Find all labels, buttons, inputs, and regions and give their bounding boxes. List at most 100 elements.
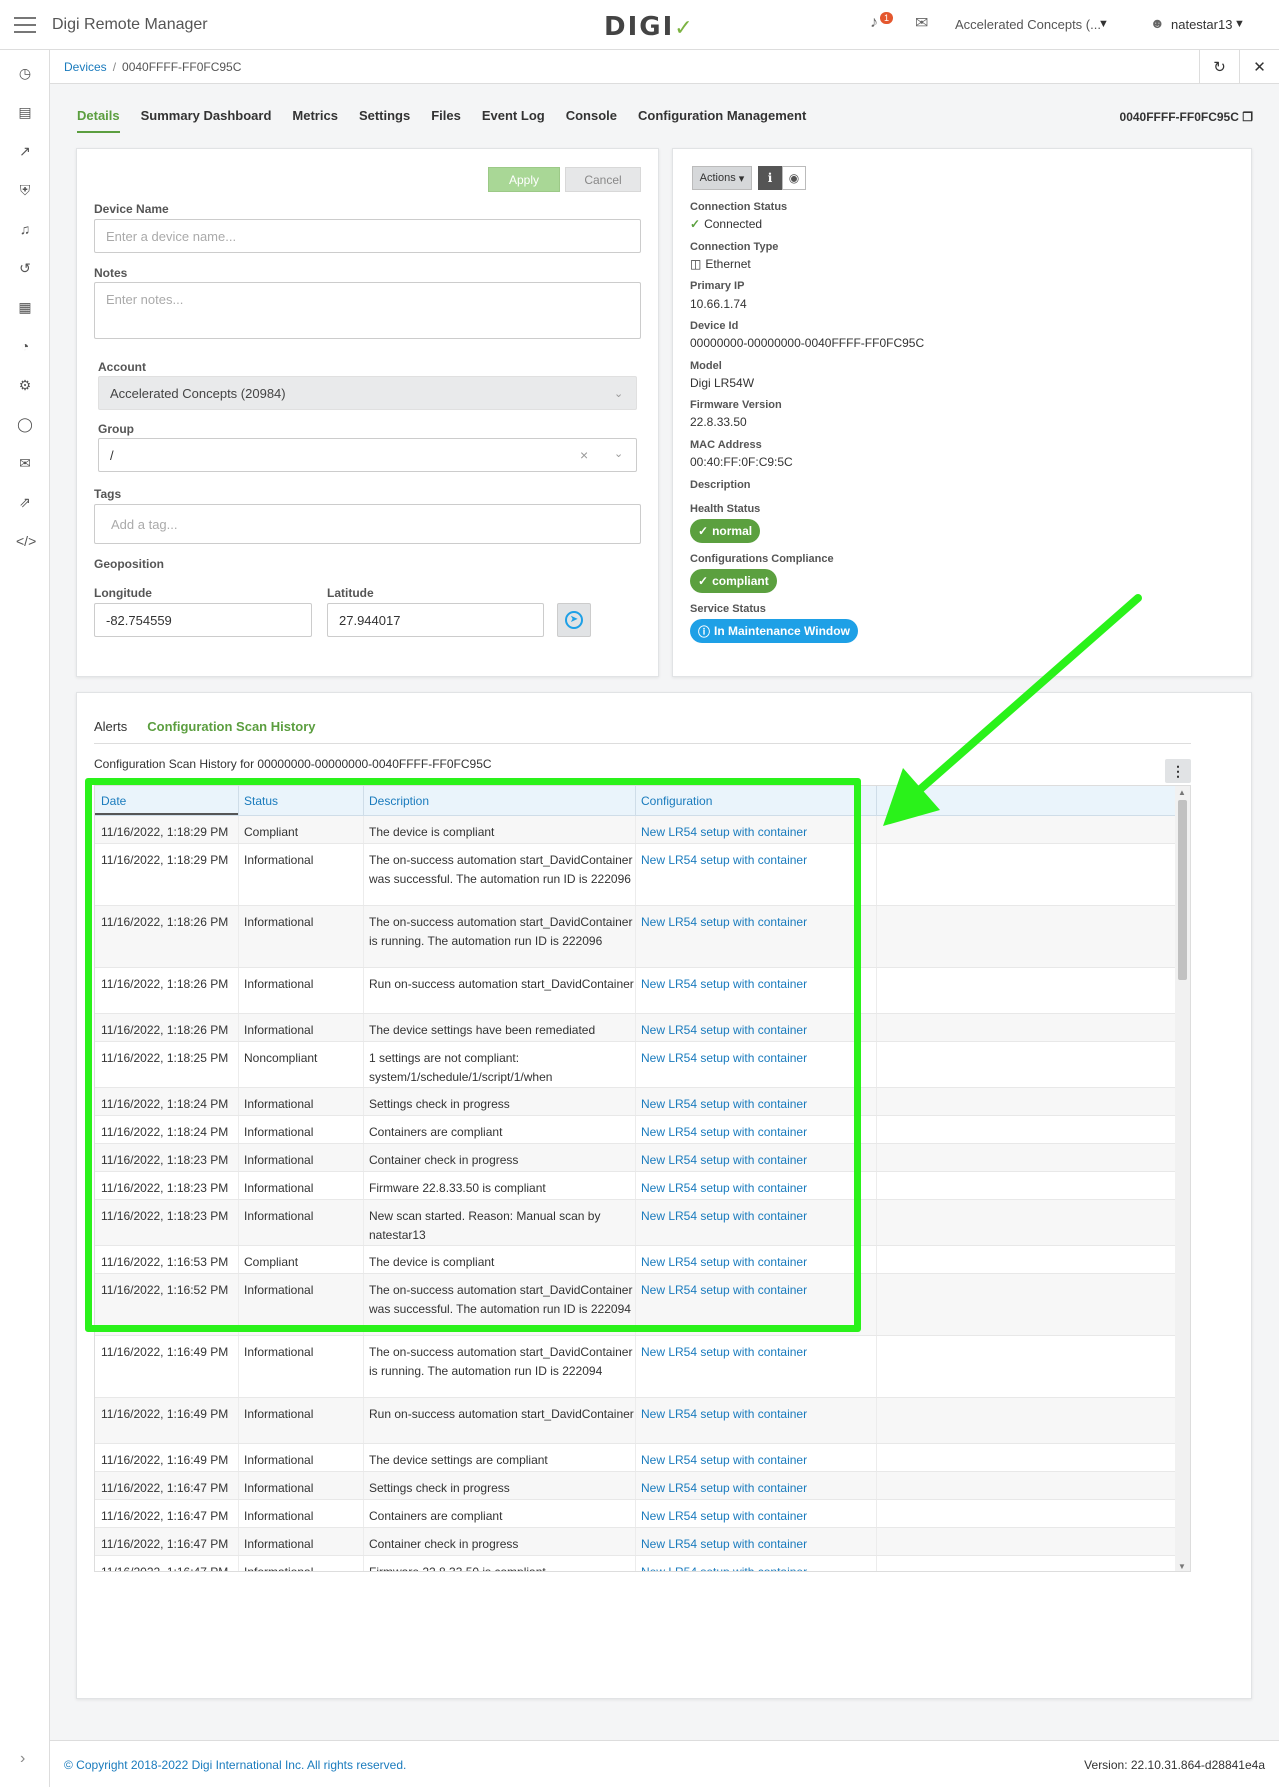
table-row[interactable]: 11/16/2022, 1:16:49 PM Informational Run o…	[95, 1398, 1175, 1444]
close-icon[interactable]: ✕	[1239, 50, 1279, 84]
schedule-icon[interactable]: ▦	[16, 299, 34, 316]
locate-button[interactable]: ➤	[557, 603, 591, 637]
device-tabs: Details Summary Dashboard Metrics Settin…	[77, 108, 806, 133]
notes-textarea[interactable]: Enter notes...	[94, 282, 641, 339]
row-configuration-link[interactable]: New LR54 setup with container	[641, 1343, 807, 1362]
compliance-text: compliant	[712, 574, 769, 588]
column-divider	[876, 968, 877, 1013]
tab-event-log[interactable]: Event Log	[482, 108, 545, 133]
info-icon[interactable]: i	[758, 166, 782, 190]
column-divider	[238, 1398, 239, 1443]
model-label: Model	[690, 360, 722, 372]
expand-sidebar-icon[interactable]: ›	[20, 1750, 25, 1768]
column-divider	[876, 906, 877, 967]
chevron-down-icon[interactable]: ▼	[1098, 18, 1109, 30]
row-configuration-link[interactable]: New LR54 setup with container	[641, 1535, 807, 1554]
chevron-down-icon[interactable]: ▼	[1234, 18, 1245, 30]
row-configuration-link[interactable]: New LR54 setup with container	[641, 1405, 807, 1424]
user-menu[interactable]: natestar13	[1171, 17, 1232, 32]
more-options-icon[interactable]: ⋮	[1165, 759, 1191, 783]
tab-configuration-scan-history[interactable]: Configuration Scan History	[147, 719, 315, 742]
table-row[interactable]: 11/16/2022, 1:16:47 PM Informational Firmw…	[95, 1556, 1175, 1571]
notification-badge: 1	[880, 12, 894, 24]
latitude-input[interactable]: 27.944017	[327, 603, 544, 637]
row-date: 11/16/2022, 1:16:49 PM	[101, 1407, 229, 1421]
inbox-icon[interactable]: ✉	[915, 13, 928, 33]
refresh-icon[interactable]: ↻	[1199, 50, 1239, 84]
group-select[interactable]: /	[98, 438, 637, 472]
user-icon[interactable]: ☻	[1150, 15, 1165, 31]
tab-details[interactable]: Details	[77, 108, 120, 133]
column-divider	[876, 1528, 877, 1555]
tab-summary-dashboard[interactable]: Summary Dashboard	[141, 108, 272, 133]
checkmark-icon: ✓	[698, 524, 709, 538]
table-row[interactable]: 11/16/2022, 1:16:49 PM Informational The d…	[95, 1444, 1175, 1472]
table-row[interactable]: 11/16/2022, 1:16:47 PM Informational Conta…	[95, 1528, 1175, 1556]
tab-settings[interactable]: Settings	[359, 108, 410, 133]
api-icon[interactable]: </>	[16, 533, 36, 549]
scroll-thumb[interactable]	[1178, 800, 1187, 980]
metrics-icon[interactable]: ↗	[16, 143, 34, 160]
row-configuration-link[interactable]: New LR54 setup with container	[641, 1507, 807, 1526]
apply-button[interactable]: Apply	[488, 167, 560, 192]
actions-button[interactable]: Actions ▾	[692, 166, 752, 190]
row-date: 11/16/2022, 1:16:49 PM	[101, 1345, 229, 1359]
tab-metrics[interactable]: Metrics	[292, 108, 338, 133]
row-description: Container check in progress	[369, 1537, 519, 1551]
tab-files[interactable]: Files	[431, 108, 461, 133]
messages-icon[interactable]: ✉	[16, 455, 34, 472]
row-configuration-link[interactable]: New LR54 setup with container	[641, 1479, 807, 1498]
menu-icon[interactable]	[14, 16, 36, 33]
primary-ip-label: Primary IP	[690, 280, 745, 292]
row-configuration-link[interactable]: New LR54 setup with container	[641, 1451, 807, 1470]
chevron-down-icon[interactable]: ⌄	[614, 447, 623, 460]
tags-input[interactable]: Add a tag...	[94, 504, 641, 544]
security-icon[interactable]: ⛨	[16, 182, 34, 199]
compliance-badge: ✓ compliant	[690, 569, 777, 593]
tab-alerts[interactable]: Alerts	[94, 719, 127, 742]
column-divider[interactable]	[876, 786, 877, 816]
column-divider	[363, 1398, 364, 1443]
row-description: Settings check in progress	[369, 1481, 510, 1495]
tab-configuration-management[interactable]: Configuration Management	[638, 108, 806, 133]
column-divider	[238, 1528, 239, 1555]
history-icon[interactable]: ↺	[16, 260, 34, 277]
device-info-card: Actions ▾ i ◉ Connection Status ✓ Connect…	[672, 148, 1252, 677]
longitude-input[interactable]: -82.754559	[94, 603, 312, 637]
tags-label: Tags	[94, 487, 122, 501]
automation-icon[interactable]: ⚙	[16, 377, 34, 394]
cancel-button[interactable]: Cancel	[565, 167, 641, 192]
users-icon[interactable]: ◯	[16, 416, 34, 433]
column-divider	[876, 1336, 877, 1397]
column-divider	[876, 1088, 877, 1115]
breadcrumb-devices-link[interactable]: Devices	[64, 60, 107, 74]
map-pin-icon[interactable]: ◉	[782, 166, 806, 190]
column-divider	[876, 1144, 877, 1171]
row-configuration-link[interactable]: New LR54 setup with container	[641, 1563, 807, 1571]
annotation-highlight-box	[85, 778, 861, 1332]
copy-icon[interactable]: ❐	[1242, 110, 1253, 124]
column-divider	[876, 1398, 877, 1443]
table-row[interactable]: 11/16/2022, 1:16:49 PM Informational The o…	[95, 1336, 1175, 1398]
dashboard-icon[interactable]: ◷	[16, 65, 34, 82]
external-link-icon[interactable]: ⇗	[16, 494, 34, 511]
reports-icon[interactable]: ◔	[16, 338, 34, 354]
devices-icon[interactable]: ▤	[16, 104, 34, 121]
column-divider	[876, 1172, 877, 1199]
bell-icon[interactable]: ♪	[870, 14, 878, 32]
column-divider	[238, 1336, 239, 1397]
copyright-link[interactable]: © Copyright 2018-2022 Digi International…	[64, 1758, 406, 1772]
checkmark-icon: ✓	[698, 574, 709, 588]
device-id-copy[interactable]: 0040FFFF-FF0FC95C ❐	[1120, 110, 1253, 124]
table-row[interactable]: 11/16/2022, 1:16:47 PM Informational Setti…	[95, 1472, 1175, 1500]
alerts-icon[interactable]: ♫	[16, 221, 34, 237]
clear-icon[interactable]: ×	[580, 447, 588, 463]
column-divider	[876, 1500, 877, 1527]
account-selector[interactable]: Accelerated Concepts (...	[955, 17, 1101, 32]
table-scrollbar[interactable]: ▲ ▼	[1175, 786, 1190, 1571]
scroll-down-icon[interactable]: ▼	[1178, 1562, 1186, 1571]
tab-console[interactable]: Console	[566, 108, 617, 133]
scroll-up-icon[interactable]: ▲	[1178, 788, 1186, 797]
device-name-input[interactable]: Enter a device name...	[94, 219, 641, 253]
table-row[interactable]: 11/16/2022, 1:16:47 PM Informational Conta…	[95, 1500, 1175, 1528]
